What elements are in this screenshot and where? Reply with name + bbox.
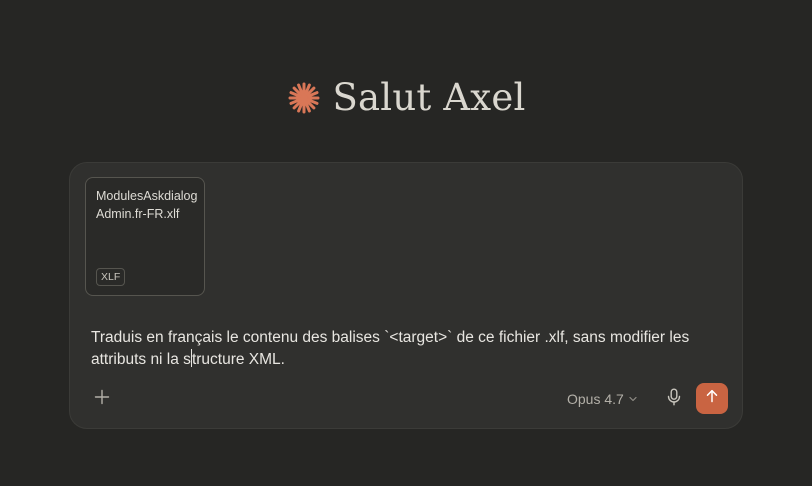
attachment-file-name: ModulesAskdialogAdmin.fr-FR.xlf xyxy=(96,189,198,221)
message-input[interactable]: Traduis en français le contenu des balis… xyxy=(91,327,731,371)
voice-input-button[interactable] xyxy=(662,387,686,411)
model-selector-label: Opus 4.7 xyxy=(567,391,624,407)
page: Salut Axel ModulesAskdialogAdmin.fr-FR.x… xyxy=(0,0,812,486)
message-composer: ModulesAskdialogAdmin.fr-FR.xlf XLF Trad… xyxy=(69,162,743,429)
greeting-title: Salut Axel xyxy=(332,76,526,119)
greeting-header: Salut Axel xyxy=(0,74,812,122)
attachment-file-type-badge: XLF xyxy=(96,268,126,286)
add-content-button[interactable] xyxy=(90,387,114,411)
send-button[interactable] xyxy=(696,383,728,414)
arrow-up-icon xyxy=(705,389,719,408)
file-attachment-card[interactable]: ModulesAskdialogAdmin.fr-FR.xlf XLF xyxy=(85,177,205,296)
claude-sparkle-icon xyxy=(286,80,322,116)
plus-icon xyxy=(94,389,110,410)
message-text-before-caret: Traduis en français le contenu des balis… xyxy=(91,329,690,368)
chevron-down-icon xyxy=(628,391,638,407)
model-selector[interactable]: Opus 4.7 xyxy=(567,389,638,409)
microphone-icon xyxy=(666,388,682,411)
message-text-after-caret: tructure XML. xyxy=(191,351,285,368)
